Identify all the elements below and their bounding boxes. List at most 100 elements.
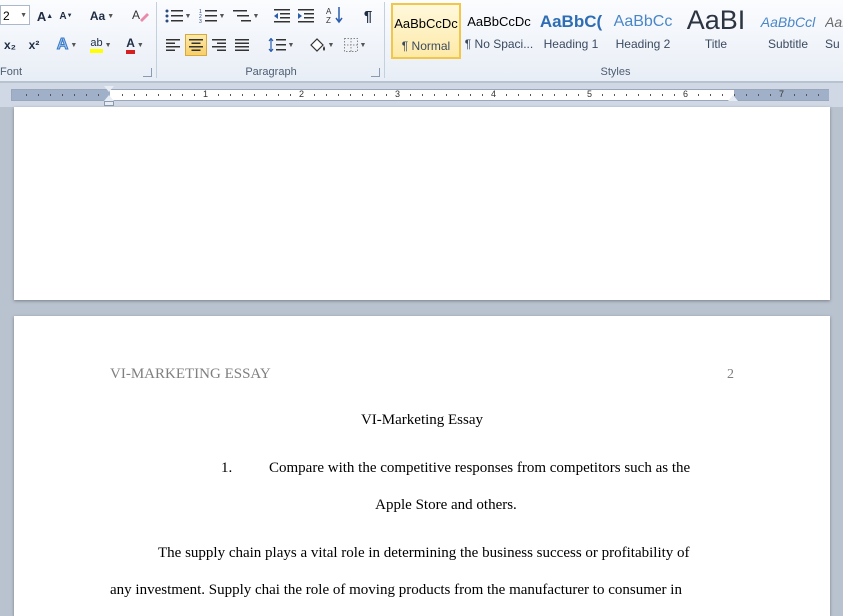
shrink-font-button[interactable]: A ▼ — [58, 5, 74, 27]
multilevel-list-button[interactable]: ▼ — [231, 5, 261, 27]
ruler-tick — [470, 94, 471, 96]
ruler-tick — [86, 94, 87, 96]
font-dialog-launcher[interactable] — [143, 68, 152, 77]
document-page[interactable]: VI-MARKETING ESSAY 2 VI-Marketing Essay … — [14, 316, 830, 616]
ruler-tick — [158, 94, 159, 96]
align-right-icon — [212, 39, 226, 51]
ruler-tick — [62, 94, 63, 96]
ruler-tick — [446, 94, 447, 96]
style-title[interactable]: AaBI Title — [681, 3, 751, 59]
left-indent-marker[interactable] — [104, 101, 114, 106]
bullets-button[interactable]: ▼ — [163, 5, 193, 27]
ruler-tick — [26, 94, 27, 96]
text-effects-button[interactable]: A ▼ — [54, 34, 80, 56]
ruler-tick — [98, 94, 99, 96]
decrease-indent-button[interactable] — [272, 5, 292, 27]
paint-bucket-icon — [309, 38, 325, 52]
increase-indent-icon — [298, 9, 314, 23]
align-right-button[interactable] — [209, 34, 229, 56]
ruler-tick — [818, 94, 819, 96]
ruler-tick — [806, 94, 807, 96]
ruler-tick — [122, 94, 123, 96]
ruler-tick — [74, 94, 75, 96]
right-indent-marker[interactable] — [728, 95, 738, 101]
highlight-button[interactable]: ab ▼ — [86, 34, 116, 56]
ruler-tick — [482, 94, 483, 96]
font-size-field[interactable]: 2 ▼ — [0, 5, 30, 25]
shading-button[interactable]: ▼ — [306, 34, 336, 56]
paragraph-dialog-launcher[interactable] — [371, 68, 380, 77]
paragraph-line: any investment. Supply chai the role of … — [110, 582, 682, 598]
ruler-tick — [422, 94, 423, 96]
font-color-button[interactable]: A ▼ — [120, 34, 150, 56]
multilevel-list-icon — [232, 10, 251, 22]
superscript-button[interactable]: x² — [24, 34, 44, 56]
show-marks-button[interactable]: ¶ — [358, 5, 378, 27]
paragraph-group-label: Paragraph — [245, 66, 297, 78]
ruler-number: 6 — [683, 89, 689, 99]
ruler-tick — [350, 94, 351, 96]
style-normal[interactable]: AaBbCcDc ¶ Normal — [391, 3, 461, 59]
sort-icon: AZ — [326, 7, 343, 24]
text-effects-icon: A — [56, 36, 69, 54]
style-heading-2[interactable]: AaBbCc Heading 2 — [608, 3, 678, 59]
ruler-tick — [338, 94, 339, 96]
align-left-icon — [166, 39, 180, 51]
style-subtitle[interactable]: AaBbCcl Subtitle — [753, 3, 823, 59]
svg-text:3: 3 — [199, 19, 202, 23]
ruler-tick — [578, 94, 579, 96]
justify-button[interactable] — [232, 34, 252, 56]
chevron-down-icon: ▼ — [20, 12, 27, 19]
ruler-tick — [506, 94, 507, 96]
svg-text:A: A — [326, 7, 332, 16]
align-left-button[interactable] — [163, 34, 183, 56]
numbering-button[interactable]: 1 2 3 ▼ — [197, 5, 227, 27]
ruler-tick — [518, 94, 519, 96]
align-center-button[interactable] — [185, 34, 207, 56]
ruler-tick — [278, 94, 279, 96]
change-case-button[interactable]: Aa ▼ — [89, 5, 115, 27]
paragraph-line: The supply chain plays a vital role in d… — [158, 545, 690, 561]
style-subtle-emphasis[interactable]: AaBbC Su — [825, 3, 843, 59]
document-page[interactable] — [14, 107, 830, 300]
grow-font-button[interactable]: A ▲ — [36, 5, 54, 27]
ruler-bar: 1 2 3 4 5 6 7 — [11, 89, 829, 101]
ruler-tick — [362, 94, 363, 96]
style-no-spacing[interactable]: AaBbCcDc ¶ No Spaci... — [464, 3, 534, 59]
ruler-number: 5 — [587, 89, 593, 99]
ruler-tick — [614, 94, 615, 96]
style-heading-1[interactable]: AaBbC( Heading 1 — [536, 3, 606, 59]
ruler-tick — [566, 94, 567, 96]
ruler-tick — [710, 94, 711, 96]
line-spacing-icon — [268, 38, 286, 52]
ruler-tick — [50, 94, 51, 96]
styles-group-label: Styles — [600, 66, 631, 78]
ruler-tick — [134, 94, 135, 96]
ruler-tick — [182, 94, 183, 96]
ribbon: 2 ▼ A ▲ A ▼ Aa ▼ A x₂ x² A ▼ ab ▼ A ▼ Font ▼ 1… — [0, 0, 843, 82]
increase-indent-button[interactable] — [296, 5, 316, 27]
styles-gallery: AaBbCcDc ¶ Normal AaBbCcDc ¶ No Spaci...… — [388, 2, 843, 62]
running-header: VI-MARKETING ESSAY — [110, 366, 271, 382]
ruler-tick — [758, 94, 759, 96]
clear-formatting-button[interactable]: A — [130, 4, 150, 26]
first-line-indent-marker[interactable] — [104, 86, 114, 92]
borders-icon — [343, 38, 358, 52]
decrease-indent-icon — [274, 9, 290, 23]
horizontal-ruler[interactable]: 1 2 3 4 5 6 7 — [0, 83, 843, 107]
borders-button[interactable]: ▼ — [340, 34, 370, 56]
page-number: 2 — [727, 367, 734, 382]
line-spacing-button[interactable]: ▼ — [266, 34, 296, 56]
ruler-tick — [722, 94, 723, 96]
list-number: 1. — [221, 460, 233, 476]
ruler-number: 7 — [779, 89, 785, 99]
ruler-tick — [554, 94, 555, 96]
ruler-tick — [542, 94, 543, 96]
ruler-tick — [458, 94, 459, 96]
sort-button[interactable]: AZ — [325, 4, 345, 26]
ruler-tick — [374, 94, 375, 96]
ruler-tick — [290, 94, 291, 96]
ruler-tick — [626, 94, 627, 96]
ruler-number: 3 — [395, 89, 401, 99]
subscript-button[interactable]: x₂ — [0, 34, 20, 56]
